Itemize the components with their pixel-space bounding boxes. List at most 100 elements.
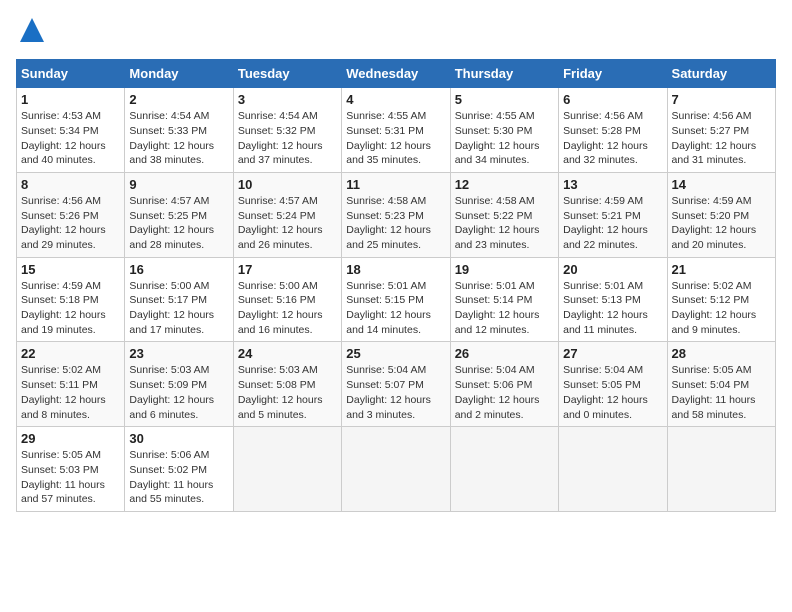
day-info: Sunrise: 4:57 AM Sunset: 5:25 PM Dayligh… [129, 194, 228, 253]
calendar-cell: 12 Sunrise: 4:58 AM Sunset: 5:22 PM Dayli… [450, 172, 558, 257]
day-number: 10 [238, 177, 337, 192]
day-info: Sunrise: 5:04 AM Sunset: 5:05 PM Dayligh… [563, 363, 662, 422]
day-number: 12 [455, 177, 554, 192]
calendar-cell: 4Sunrise: 4:55 AM Sunset: 5:31 PM Daylig… [342, 88, 450, 173]
day-info: Sunrise: 4:58 AM Sunset: 5:22 PM Dayligh… [455, 194, 554, 253]
logo-icon [18, 16, 46, 44]
day-number: 23 [129, 346, 228, 361]
calendar-cell: 3 Sunrise: 4:54 AM Sunset: 5:32 PM Daylig… [233, 88, 341, 173]
calendar-week-1: 1 Sunrise: 4:53 AM Sunset: 5:34 PM Daylig… [17, 88, 776, 173]
calendar-cell: 18Sunrise: 5:01 AM Sunset: 5:15 PM Dayli… [342, 257, 450, 342]
day-number: 30 [129, 431, 228, 446]
calendar-cell: 14 Sunrise: 4:59 AM Sunset: 5:20 PM Dayli… [667, 172, 775, 257]
calendar-cell: 30 Sunrise: 5:06 AM Sunset: 5:02 PM Dayli… [125, 427, 233, 512]
calendar-cell [450, 427, 558, 512]
calendar-cell: 21 Sunrise: 5:02 AM Sunset: 5:12 PM Dayli… [667, 257, 775, 342]
day-number: 19 [455, 262, 554, 277]
day-number: 29 [21, 431, 120, 446]
day-info: Sunrise: 4:57 AM Sunset: 5:24 PM Dayligh… [238, 194, 337, 253]
day-number: 21 [672, 262, 771, 277]
day-info: Sunrise: 4:59 AM Sunset: 5:18 PM Dayligh… [21, 279, 120, 338]
calendar-cell: 10 Sunrise: 4:57 AM Sunset: 5:24 PM Dayli… [233, 172, 341, 257]
calendar-week-3: 15 Sunrise: 4:59 AM Sunset: 5:18 PM Dayli… [17, 257, 776, 342]
calendar-cell: 15 Sunrise: 4:59 AM Sunset: 5:18 PM Dayli… [17, 257, 125, 342]
calendar-cell: 6Sunrise: 4:56 AM Sunset: 5:28 PM Daylig… [559, 88, 667, 173]
day-number: 25 [346, 346, 445, 361]
calendar-cell: 27 Sunrise: 5:04 AM Sunset: 5:05 PM Dayli… [559, 342, 667, 427]
column-header-friday: Friday [559, 60, 667, 88]
day-info: Sunrise: 5:06 AM Sunset: 5:02 PM Dayligh… [129, 448, 228, 507]
calendar-cell: 17 Sunrise: 5:00 AM Sunset: 5:16 PM Dayli… [233, 257, 341, 342]
day-number: 16 [129, 262, 228, 277]
calendar-cell: 5Sunrise: 4:55 AM Sunset: 5:30 PM Daylig… [450, 88, 558, 173]
day-number: 22 [21, 346, 120, 361]
calendar-cell: 7 Sunrise: 4:56 AM Sunset: 5:27 PM Daylig… [667, 88, 775, 173]
day-info: Sunrise: 5:01 AM Sunset: 5:13 PM Dayligh… [563, 279, 662, 338]
day-number: 13 [563, 177, 662, 192]
day-number: 3 [238, 92, 337, 107]
day-number: 8 [21, 177, 120, 192]
calendar-cell: 8 Sunrise: 4:56 AM Sunset: 5:26 PM Daylig… [17, 172, 125, 257]
day-number: 5 [455, 92, 554, 107]
day-number: 20 [563, 262, 662, 277]
day-number: 28 [672, 346, 771, 361]
day-info: Sunrise: 4:54 AM Sunset: 5:33 PM Dayligh… [129, 109, 228, 168]
day-info: Sunrise: 5:05 AM Sunset: 5:04 PM Dayligh… [672, 363, 771, 422]
calendar-table: SundayMondayTuesdayWednesdayThursdayFrid… [16, 59, 776, 512]
calendar-cell: 25 Sunrise: 5:04 AM Sunset: 5:07 PM Dayli… [342, 342, 450, 427]
day-info: Sunrise: 5:00 AM Sunset: 5:17 PM Dayligh… [129, 279, 228, 338]
day-info: Sunrise: 5:00 AM Sunset: 5:16 PM Dayligh… [238, 279, 337, 338]
day-number: 26 [455, 346, 554, 361]
calendar-cell [342, 427, 450, 512]
column-header-thursday: Thursday [450, 60, 558, 88]
calendar-cell: 1 Sunrise: 4:53 AM Sunset: 5:34 PM Daylig… [17, 88, 125, 173]
calendar-cell: 9 Sunrise: 4:57 AM Sunset: 5:25 PM Daylig… [125, 172, 233, 257]
day-info: Sunrise: 4:56 AM Sunset: 5:28 PM Dayligh… [563, 109, 662, 168]
day-info: Sunrise: 5:04 AM Sunset: 5:06 PM Dayligh… [455, 363, 554, 422]
day-number: 1 [21, 92, 120, 107]
calendar-cell: 22 Sunrise: 5:02 AM Sunset: 5:11 PM Dayli… [17, 342, 125, 427]
day-info: Sunrise: 5:05 AM Sunset: 5:03 PM Dayligh… [21, 448, 120, 507]
column-header-tuesday: Tuesday [233, 60, 341, 88]
day-number: 9 [129, 177, 228, 192]
day-info: Sunrise: 5:02 AM Sunset: 5:12 PM Dayligh… [672, 279, 771, 338]
calendar-cell: 20 Sunrise: 5:01 AM Sunset: 5:13 PM Dayli… [559, 257, 667, 342]
day-info: Sunrise: 4:53 AM Sunset: 5:34 PM Dayligh… [21, 109, 120, 168]
page-header [16, 16, 776, 49]
day-number: 11 [346, 177, 445, 192]
day-info: Sunrise: 5:04 AM Sunset: 5:07 PM Dayligh… [346, 363, 445, 422]
day-info: Sunrise: 4:58 AM Sunset: 5:23 PM Dayligh… [346, 194, 445, 253]
day-number: 4 [346, 92, 445, 107]
calendar-cell: 28 Sunrise: 5:05 AM Sunset: 5:04 PM Dayli… [667, 342, 775, 427]
day-number: 14 [672, 177, 771, 192]
day-info: Sunrise: 4:54 AM Sunset: 5:32 PM Dayligh… [238, 109, 337, 168]
day-info: Sunrise: 4:59 AM Sunset: 5:20 PM Dayligh… [672, 194, 771, 253]
day-number: 2 [129, 92, 228, 107]
column-header-sunday: Sunday [17, 60, 125, 88]
calendar-cell: 19 Sunrise: 5:01 AM Sunset: 5:14 PM Dayli… [450, 257, 558, 342]
calendar-cell: 11 Sunrise: 4:58 AM Sunset: 5:23 PM Dayli… [342, 172, 450, 257]
calendar-header-row: SundayMondayTuesdayWednesdayThursdayFrid… [17, 60, 776, 88]
calendar-cell [559, 427, 667, 512]
column-header-saturday: Saturday [667, 60, 775, 88]
day-info: Sunrise: 5:01 AM Sunset: 5:15 PM Dayligh… [346, 279, 445, 338]
calendar-week-2: 8 Sunrise: 4:56 AM Sunset: 5:26 PM Daylig… [17, 172, 776, 257]
column-header-wednesday: Wednesday [342, 60, 450, 88]
calendar-cell: 13Sunrise: 4:59 AM Sunset: 5:21 PM Dayli… [559, 172, 667, 257]
day-number: 17 [238, 262, 337, 277]
calendar-cell: 29 Sunrise: 5:05 AM Sunset: 5:03 PM Dayli… [17, 427, 125, 512]
day-info: Sunrise: 4:56 AM Sunset: 5:26 PM Dayligh… [21, 194, 120, 253]
calendar-cell: 24Sunrise: 5:03 AM Sunset: 5:08 PM Dayli… [233, 342, 341, 427]
calendar-week-4: 22 Sunrise: 5:02 AM Sunset: 5:11 PM Dayli… [17, 342, 776, 427]
day-info: Sunrise: 4:56 AM Sunset: 5:27 PM Dayligh… [672, 109, 771, 168]
day-number: 27 [563, 346, 662, 361]
column-header-monday: Monday [125, 60, 233, 88]
calendar-cell: 23Sunrise: 5:03 AM Sunset: 5:09 PM Dayli… [125, 342, 233, 427]
day-info: Sunrise: 5:02 AM Sunset: 5:11 PM Dayligh… [21, 363, 120, 422]
day-number: 15 [21, 262, 120, 277]
day-number: 7 [672, 92, 771, 107]
day-number: 24 [238, 346, 337, 361]
day-info: Sunrise: 5:01 AM Sunset: 5:14 PM Dayligh… [455, 279, 554, 338]
logo [16, 16, 46, 49]
calendar-cell [233, 427, 341, 512]
